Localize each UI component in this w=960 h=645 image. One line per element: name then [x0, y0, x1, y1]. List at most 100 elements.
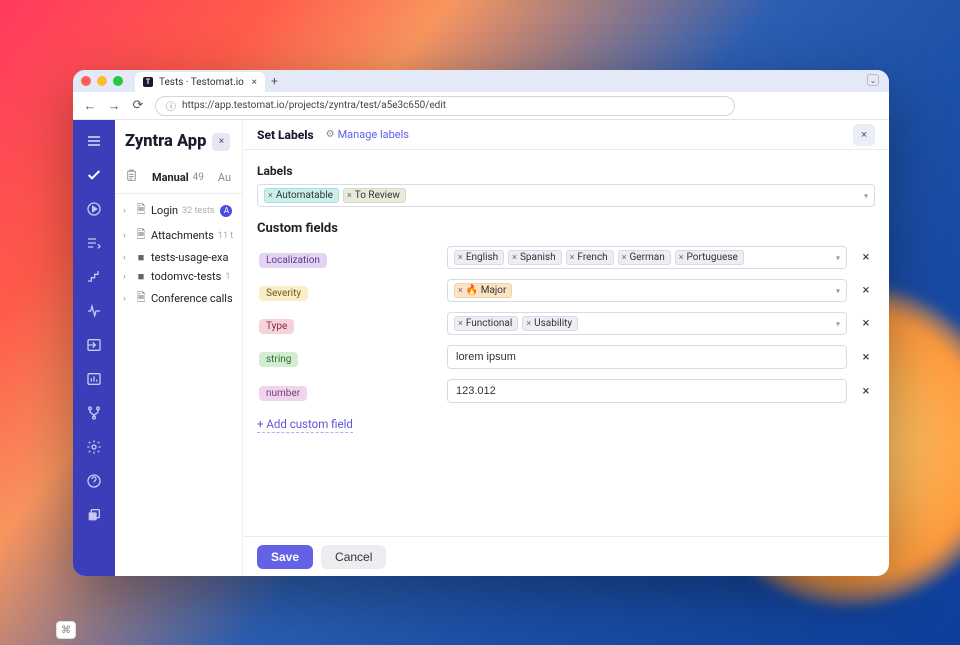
field-name-tag: Severity: [259, 286, 308, 301]
check-icon[interactable]: [80, 162, 108, 188]
settings-icon[interactable]: [80, 434, 108, 460]
remove-chip-icon[interactable]: ×: [526, 319, 531, 329]
remove-chip-icon[interactable]: ×: [679, 253, 684, 263]
stairs-icon[interactable]: [80, 264, 108, 290]
field-name-tag: Type: [259, 319, 294, 334]
tree-item[interactable]: › 🗎 Login 32 tests A: [121, 198, 242, 223]
url-input[interactable]: ⓘ https://app.testomat.io/projects/zyntr…: [155, 96, 735, 116]
remove-field-button[interactable]: ×: [857, 250, 875, 265]
tests-tree-panel: Zyntra App × Manual 49 Au › 🗎 Login 32 t…: [115, 120, 243, 576]
remove-chip-icon[interactable]: ×: [458, 286, 463, 296]
remove-field-button[interactable]: ×: [857, 283, 875, 298]
save-button[interactable]: Save: [257, 545, 313, 569]
new-tab-button[interactable]: +: [271, 74, 278, 88]
custom-field-row: string ×: [257, 345, 875, 369]
cancel-button[interactable]: Cancel: [321, 545, 386, 569]
value-chip: ×French: [566, 250, 614, 265]
remove-chip-icon[interactable]: ×: [570, 253, 575, 263]
labels-input[interactable]: ×Automatable ×To Review ▾: [257, 184, 875, 207]
clipboard-icon: [125, 169, 138, 185]
panel-header: Set Labels ⚙ Manage labels ×: [243, 120, 889, 150]
field-name-tag: string: [259, 352, 298, 367]
value-chip: ×Functional: [454, 316, 518, 331]
project-close-button[interactable]: ×: [212, 133, 230, 151]
chevron-right-icon: ›: [123, 294, 131, 304]
chevron-down-icon[interactable]: ▾: [836, 286, 840, 295]
tree-item[interactable]: › ■ tests-usage-exa: [121, 248, 242, 267]
project-title: Zyntra App: [125, 132, 206, 151]
chevron-down-icon[interactable]: ▾: [836, 253, 840, 262]
label-chip: ×To Review: [343, 188, 406, 203]
localization-select[interactable]: ×English ×Spanish ×French ×German ×Portu…: [447, 246, 847, 269]
manage-labels-link[interactable]: ⚙ Manage labels: [326, 128, 409, 141]
minimize-window-button[interactable]: [97, 76, 107, 86]
menu-icon[interactable]: [80, 128, 108, 154]
tree-count: 1: [225, 272, 230, 282]
forward-button[interactable]: →: [107, 98, 121, 114]
chevron-down-icon[interactable]: ▾: [864, 191, 868, 200]
string-input[interactable]: [447, 345, 847, 369]
remove-chip-icon[interactable]: ×: [622, 253, 627, 263]
tree-item[interactable]: › ■ todomvc-tests 1: [121, 267, 242, 286]
queue-icon[interactable]: [80, 230, 108, 256]
value-chip: ×English: [454, 250, 504, 265]
browser-tab[interactable]: T Tests · Testomat.io ×: [135, 72, 265, 92]
number-input[interactable]: [447, 379, 847, 403]
play-icon[interactable]: [80, 196, 108, 222]
pulse-icon[interactable]: [80, 298, 108, 324]
close-window-button[interactable]: [81, 76, 91, 86]
label-chip: ×Automatable: [264, 188, 339, 203]
custom-field-row: Type ×Functional ×Usability ▾ ×: [257, 312, 875, 335]
severity-select[interactable]: ×🔥 Major ▾: [447, 279, 847, 302]
custom-field-row: Severity ×🔥 Major ▾ ×: [257, 279, 875, 302]
help-icon[interactable]: [80, 468, 108, 494]
remove-chip-icon[interactable]: ×: [268, 191, 273, 201]
add-custom-field-link[interactable]: + Add custom field: [257, 417, 353, 433]
reload-button[interactable]: ⟳: [131, 98, 145, 113]
chevron-right-icon: ›: [123, 253, 131, 263]
keyboard-shortcut-button[interactable]: ⌘: [56, 621, 76, 639]
remove-field-button[interactable]: ×: [857, 316, 875, 331]
branch-icon[interactable]: [80, 400, 108, 426]
copy-icon[interactable]: [80, 502, 108, 528]
close-panel-button[interactable]: ×: [853, 124, 875, 146]
tree-label: Attachments: [151, 229, 214, 242]
labels-panel: Set Labels ⚙ Manage labels × Labels ×Aut…: [243, 120, 889, 576]
file-icon: 🗎: [135, 226, 147, 245]
chevron-down-icon[interactable]: ▾: [836, 319, 840, 328]
chevron-right-icon: ›: [123, 272, 131, 282]
window-controls: [81, 76, 123, 86]
tree-label: tests-usage-exa: [151, 251, 228, 264]
remove-field-button[interactable]: ×: [857, 384, 875, 399]
field-name-tag: number: [259, 386, 307, 401]
site-info-icon: ⓘ: [166, 98, 176, 113]
type-select[interactable]: ×Functional ×Usability ▾: [447, 312, 847, 335]
automated-tab[interactable]: Au: [218, 171, 231, 184]
remove-chip-icon[interactable]: ×: [347, 191, 352, 201]
url-text: https://app.testomat.io/projects/zyntra/…: [182, 100, 446, 111]
folder-icon: ■: [135, 270, 147, 283]
tabs-dropdown-icon[interactable]: ⌄: [867, 74, 879, 86]
remove-chip-icon[interactable]: ×: [458, 253, 463, 263]
tree-item[interactable]: › 🗎 Attachments 11 t: [121, 223, 242, 248]
value-chip: ×German: [618, 250, 671, 265]
analytics-icon[interactable]: [80, 366, 108, 392]
browser-toolbar: ← → ⟳ ⓘ https://app.testomat.io/projects…: [73, 92, 889, 120]
tree-item[interactable]: › 🗎 Conference calls: [121, 286, 242, 311]
value-chip: ×Usability: [522, 316, 578, 331]
import-icon[interactable]: [80, 332, 108, 358]
custom-fields-heading: Custom fields: [257, 221, 875, 236]
zoom-window-button[interactable]: [113, 76, 123, 86]
value-chip: ×Portuguese: [675, 250, 744, 265]
tree-count: 11 t: [218, 231, 233, 241]
labels-heading: Labels: [257, 164, 875, 178]
remove-chip-icon[interactable]: ×: [458, 319, 463, 329]
remove-field-button[interactable]: ×: [857, 350, 875, 365]
manual-tab[interactable]: Manual: [152, 171, 189, 184]
browser-window: T Tests · Testomat.io × + ⌄ ← → ⟳ ⓘ http…: [73, 70, 889, 576]
remove-chip-icon[interactable]: ×: [512, 253, 517, 263]
back-button[interactable]: ←: [83, 98, 97, 114]
tree-label: Login: [151, 204, 178, 217]
tab-close-icon[interactable]: ×: [252, 77, 257, 88]
custom-field-row: number ×: [257, 379, 875, 403]
